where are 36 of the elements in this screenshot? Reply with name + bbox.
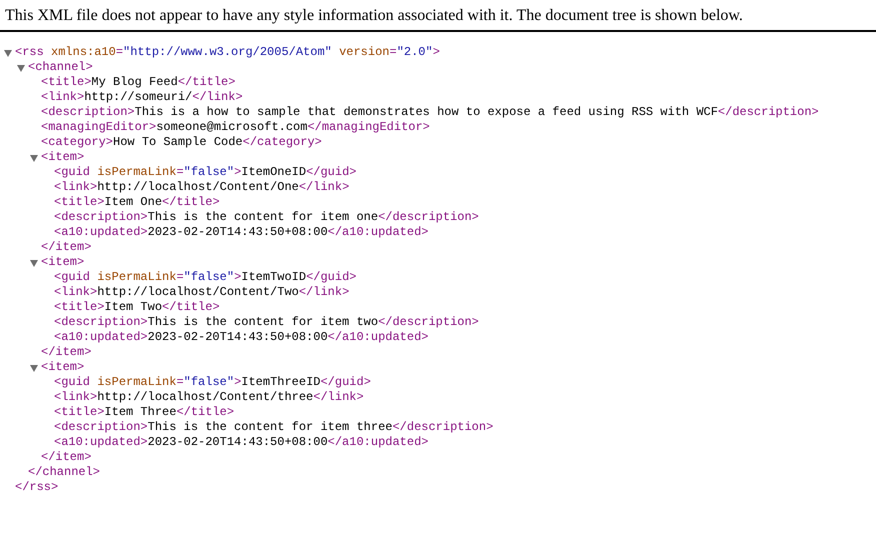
collapse-triangle-icon[interactable]	[17, 65, 25, 72]
notice-text: This XML file does not appear to have any style information associated with it. The document tree is shown below.	[5, 7, 743, 25]
xml-line: <description>This is the content for item two</description>	[54, 315, 479, 330]
xml-line: <item>	[41, 255, 84, 270]
xml-line: <a10:updated>2023-02-20T14:43:50+08:00</a10:updated>	[54, 225, 428, 240]
xml-line: <link>http://localhost/Content/Two</link>	[54, 285, 350, 300]
xml-line: </rss>	[15, 480, 58, 495]
xml-line: <guid isPermaLink="false">ItemOneID</guid>	[54, 165, 356, 180]
xml-line: <description>This is the content for item three</description>	[54, 420, 494, 435]
xml-line: <title>Item Two</title>	[54, 300, 220, 315]
xml-line: <description>This is a how to sample that demonstrates how to expose a feed using RSS with WCF</description>	[41, 105, 819, 120]
xml-line: <link>http://localhost/Content/One</link>	[54, 180, 350, 195]
xml-line: <title>My Blog Feed</title>	[41, 75, 236, 90]
xml-line: <item>	[41, 360, 84, 375]
collapse-triangle-icon[interactable]	[30, 155, 38, 162]
xml-line: <guid isPermaLink="false">ItemThreeID</guid>	[54, 375, 371, 390]
xml-line: <title>Item One</title>	[54, 195, 220, 210]
xml-line: <guid isPermaLink="false">ItemTwoID</guid>	[54, 270, 356, 285]
xml-line: <a10:updated>2023-02-20T14:43:50+08:00</a10:updated>	[54, 435, 428, 450]
xml-line: <rss xmlns:a10="http://www.w3.org/2005/Atom" version="2.0">	[15, 45, 440, 60]
collapse-triangle-icon[interactable]	[4, 50, 12, 57]
xml-line: <link>http://someuri/</link>	[41, 90, 243, 105]
xml-line: <channel>	[28, 60, 93, 75]
xml-line: </item>	[41, 240, 92, 255]
xml-line: </item>	[41, 450, 92, 465]
xml-line: <title>Item Three</title>	[54, 405, 234, 420]
xml-line: <description>This is the content for item one</description>	[54, 210, 479, 225]
xml-line: <managingEditor>someone@microsoft.com</managingEditor>	[41, 120, 430, 135]
xml-line: <a10:updated>2023-02-20T14:43:50+08:00</a10:updated>	[54, 330, 428, 345]
xml-line: <category>How To Sample Code</category>	[41, 135, 322, 150]
xml-line: <link>http://localhost/Content/three</link>	[54, 390, 364, 405]
xml-line: <item>	[41, 150, 84, 165]
xml-line: </item>	[41, 345, 92, 360]
collapse-triangle-icon[interactable]	[30, 365, 38, 372]
collapse-triangle-icon[interactable]	[30, 260, 38, 267]
xml-line: </channel>	[28, 465, 100, 480]
